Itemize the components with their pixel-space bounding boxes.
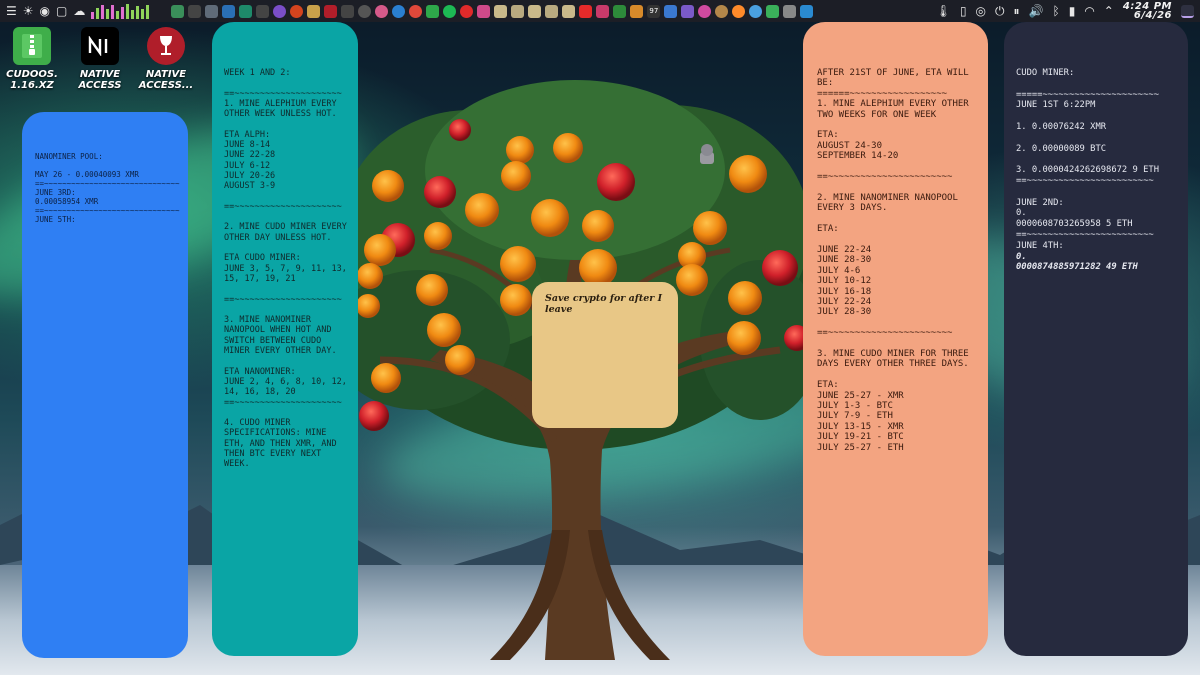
audio-bar <box>136 6 140 19</box>
folder-icon[interactable] <box>511 4 525 18</box>
desktop-icon-label: Native Access... <box>138 69 194 91</box>
note-text[interactable]: Save crypto for after I leave <box>545 293 669 315</box>
app-tray: 97 <box>171 4 814 18</box>
folder-icon[interactable] <box>545 4 559 18</box>
audio-bar <box>141 9 145 19</box>
clipboard-icon[interactable]: ▯ <box>960 4 967 18</box>
temperature-icon[interactable]: 🌡 <box>936 4 951 18</box>
sticky-note-week-plan[interactable]: Week 1 and 2: ==~~~~~~~~~~~~~~~~~~~~~ 1.… <box>212 22 358 656</box>
sticky-note-cudo-miner[interactable]: Cudo Miner: =====~~~~~~~~~~~~~~~~~~~~~~ … <box>1004 22 1188 656</box>
note-text[interactable]: Week 1 and 2: ==~~~~~~~~~~~~~~~~~~~~~ 1.… <box>224 68 348 470</box>
settings-icon[interactable] <box>256 4 270 18</box>
network-speed-icon[interactable]: ◉ <box>40 4 50 18</box>
paint-icon[interactable] <box>596 4 610 18</box>
power-profile-icon[interactable]: ⏻ <box>995 4 1005 19</box>
desktop-icon-native-access[interactable]: Native Access <box>68 27 132 91</box>
clock-date: 6/4/26 <box>1133 10 1172 21</box>
calc-icon[interactable] <box>681 4 695 18</box>
audio-bar <box>121 7 125 19</box>
audio-bar <box>111 5 115 19</box>
battery-icon[interactable]: ▮ <box>1069 4 1076 18</box>
note-app-icon[interactable] <box>307 4 321 18</box>
tools-icon[interactable] <box>783 4 797 18</box>
cannabis-icon[interactable] <box>613 4 627 18</box>
native-instruments-icon <box>88 36 108 56</box>
desktop-icon-cudoos[interactable]: cudoos. 1.16.xz <box>0 27 64 91</box>
audio-bar <box>96 8 100 19</box>
note-text-latest-earnings: 0. 0000874885971282 49 ETH <box>1016 251 1138 273</box>
notes-icon[interactable] <box>222 4 236 18</box>
taskmanager-icon[interactable] <box>171 4 185 18</box>
terminal-icon[interactable] <box>188 4 202 18</box>
maps-icon[interactable] <box>426 4 440 18</box>
globe-icon[interactable] <box>392 4 406 18</box>
audio-bar <box>146 5 150 19</box>
audio-bar <box>106 9 110 19</box>
media-pause-icon[interactable]: ⏸ <box>1014 4 1020 19</box>
audio-bar <box>101 5 105 19</box>
cloud-sync-icon[interactable]: ☁ <box>73 4 85 18</box>
desktop-icon-label: cudoos. 1.16.xz <box>6 69 58 91</box>
note-text-body: Cudo Miner: =====~~~~~~~~~~~~~~~~~~~~~~ … <box>1016 68 1159 251</box>
panel-clock[interactable]: 4:24 PM 6/4/26 <box>1123 2 1172 21</box>
folder-icon[interactable] <box>562 4 576 18</box>
fruit-app-icon[interactable] <box>290 4 304 18</box>
clock-app-icon[interactable] <box>715 4 729 18</box>
note-text[interactable]: After 21st of June, ETA will be: ======~… <box>817 68 979 453</box>
top-panel: ☰ ☀ ◉ ▢ ☁ 97 🌡 ▯ ◎ ⏻ ⏸ 🔊 ᛒ ▮ ◠ ⌃ 4:24 PM… <box>0 0 1200 22</box>
note-text[interactable]: Nanominer Pool: May 26 - 0.00040093 XMR … <box>35 152 180 224</box>
wine-glass-icon <box>147 27 185 65</box>
audio-bar <box>116 11 120 19</box>
spotify-icon[interactable] <box>443 4 457 18</box>
gallery-icon[interactable] <box>341 4 355 18</box>
browser-icon[interactable] <box>273 4 287 18</box>
audio-bar <box>126 4 130 19</box>
audio-bar <box>131 10 135 19</box>
opera-icon[interactable] <box>460 4 474 18</box>
sticky-note-nanominer-pool[interactable]: Nanominer Pool: May 26 - 0.00040093 XMR … <box>22 112 188 658</box>
drive-icon[interactable] <box>766 4 780 18</box>
weather-icon[interactable]: ☀ <box>23 4 34 18</box>
zip-archive-icon <box>22 34 42 58</box>
firefox-icon[interactable] <box>732 4 746 18</box>
dock-toggle-icon[interactable]: ☰ <box>6 4 17 18</box>
native-instruments-icon <box>81 27 119 65</box>
chrome-alt-icon[interactable] <box>749 4 763 18</box>
store-icon[interactable] <box>477 4 491 18</box>
chat-icon[interactable]: ▢ <box>56 4 67 18</box>
youtube-icon[interactable] <box>579 4 593 18</box>
zip-archive-icon <box>13 27 51 65</box>
tray-expand-icon[interactable]: ⌃ <box>1104 4 1114 18</box>
desktop-icon-native-access-wine[interactable]: Native Access... <box>134 27 198 91</box>
volume-icon[interactable]: 🔊 <box>1029 4 1044 18</box>
chrome-icon[interactable] <box>409 4 423 18</box>
camera-icon[interactable] <box>358 4 372 18</box>
battery-widget-icon[interactable] <box>239 4 253 18</box>
mail-icon[interactable] <box>324 4 338 18</box>
image-viewer-icon[interactable] <box>664 4 678 18</box>
pinwheel-icon[interactable] <box>698 4 712 18</box>
note-text[interactable]: Cudo Miner: =====~~~~~~~~~~~~~~~~~~~~~~ … <box>1016 68 1181 273</box>
show-desktop-icon[interactable] <box>1181 4 1194 18</box>
audio-bar <box>91 12 95 19</box>
files-icon[interactable] <box>205 4 219 18</box>
folder-icon[interactable] <box>528 4 542 18</box>
wine-glass-icon <box>160 36 172 55</box>
palette-icon[interactable] <box>630 4 644 18</box>
folder-icon[interactable] <box>494 4 508 18</box>
sticky-note-after-june[interactable]: After 21st of June, ETA will be: ======~… <box>803 22 988 656</box>
photos-icon[interactable] <box>375 4 389 18</box>
badge-app-icon[interactable]: 97 <box>647 4 661 18</box>
wireshark-icon[interactable] <box>800 4 814 18</box>
bluetooth-icon[interactable]: ᛒ <box>1053 4 1060 18</box>
audio-visualizer <box>91 3 150 19</box>
sticky-note-save-crypto[interactable]: Save crypto for after I leave <box>532 282 678 428</box>
desktop-icon-label: Native Access <box>78 69 122 91</box>
wifi-icon[interactable]: ◠ <box>1084 4 1094 18</box>
sync-status-icon[interactable]: ◎ <box>976 4 986 18</box>
